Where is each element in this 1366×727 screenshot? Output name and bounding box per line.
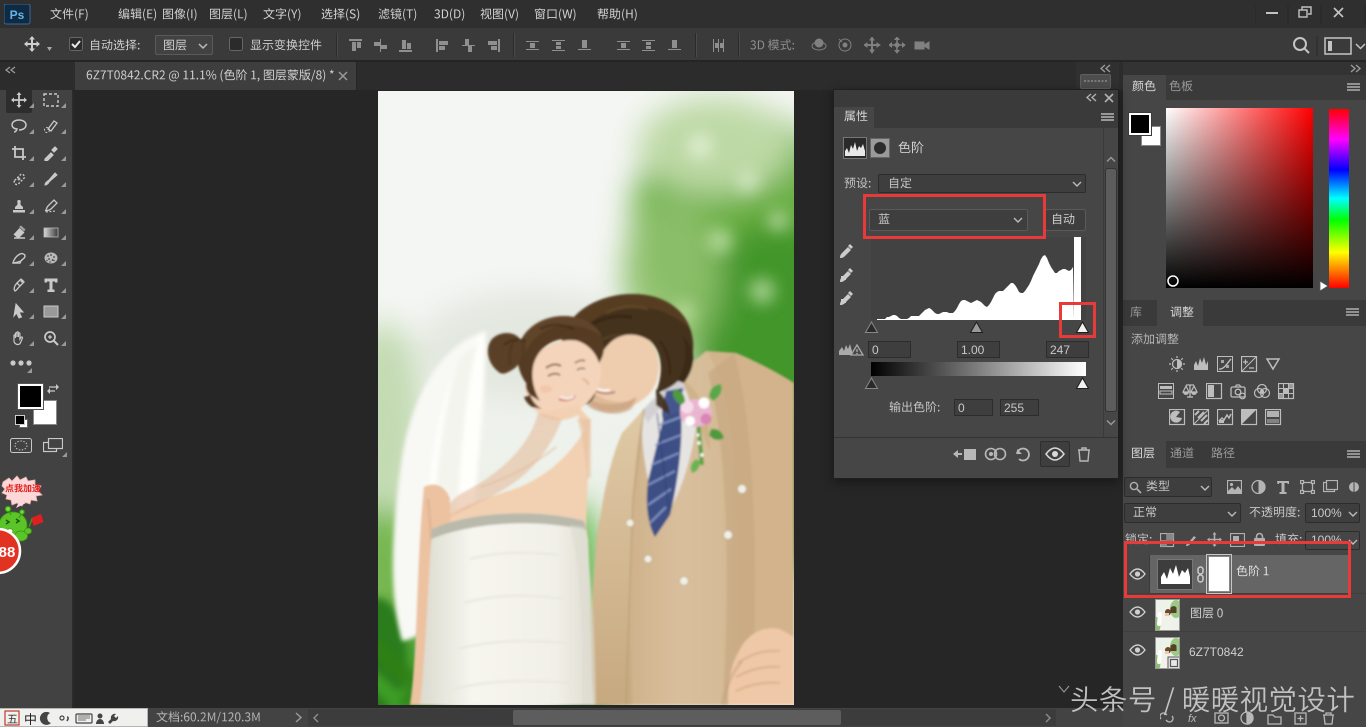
svg-text:Ps: Ps: [10, 8, 25, 22]
svg-text:88: 88: [0, 544, 15, 561]
